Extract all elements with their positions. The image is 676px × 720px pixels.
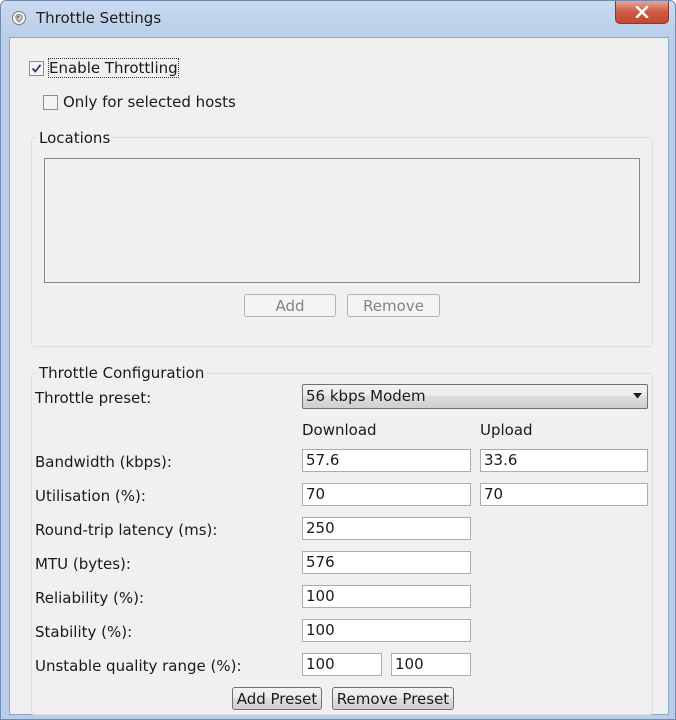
unstable-range-min-field[interactable]: 100 (302, 653, 382, 676)
throttle-preset-select[interactable]: 56 kbps Modem (302, 384, 648, 409)
dialog-body: Enable Throttling Only for selected host… (9, 37, 669, 715)
window-title: Throttle Settings (36, 9, 162, 27)
bandwidth-label: Bandwidth (kbps): (35, 453, 172, 471)
enable-throttling-label[interactable]: Enable Throttling (48, 58, 179, 78)
stability-field[interactable]: 100 (302, 619, 471, 642)
close-button[interactable] (615, 1, 669, 24)
reliability-label: Reliability (%): (35, 589, 145, 607)
upload-column-header: Upload (480, 421, 533, 439)
add-location-button[interactable]: Add (244, 294, 336, 317)
checkmark-icon (31, 63, 42, 73)
enable-throttling-checkbox[interactable] (29, 60, 44, 76)
bandwidth-download-field[interactable]: 57.6 (302, 449, 471, 472)
latency-field[interactable]: 250 (302, 517, 471, 540)
utilisation-label: Utilisation (%): (35, 487, 146, 505)
bandwidth-upload-field[interactable]: 33.6 (480, 449, 648, 472)
throttle-configuration-title: Throttle Configuration (37, 364, 207, 382)
reliability-field[interactable]: 100 (302, 585, 471, 608)
utilisation-download-field[interactable]: 70 (302, 483, 471, 506)
only-selected-hosts-label[interactable]: Only for selected hosts (63, 93, 236, 111)
latency-label: Round-trip latency (ms): (35, 521, 218, 539)
mtu-label: MTU (bytes): (35, 555, 131, 573)
remove-preset-button[interactable]: Remove Preset (332, 687, 454, 710)
stability-label: Stability (%): (35, 623, 133, 641)
unstable-range-max-field[interactable]: 100 (391, 653, 471, 676)
chevron-down-icon (633, 393, 642, 399)
close-icon (635, 6, 649, 18)
download-column-header: Download (302, 421, 377, 439)
throttle-preset-value: 56 kbps Modem (306, 387, 426, 405)
mtu-field[interactable]: 576 (302, 551, 471, 574)
remove-location-button[interactable]: Remove (347, 294, 440, 317)
enable-throttling-row[interactable]: Enable Throttling (29, 58, 179, 78)
throttle-preset-label: Throttle preset: (35, 389, 152, 407)
title-bar[interactable]: Throttle Settings (1, 1, 675, 37)
only-selected-hosts-row[interactable]: Only for selected hosts (43, 93, 236, 111)
only-selected-hosts-checkbox[interactable] (43, 94, 58, 110)
throttle-settings-window: Throttle Settings Enable Throttling Only… (0, 0, 676, 720)
locations-list[interactable] (44, 158, 640, 283)
locations-group-title: Locations (37, 129, 113, 147)
add-preset-button[interactable]: Add Preset (232, 687, 322, 710)
app-icon (12, 11, 26, 25)
unstable-quality-range-label: Unstable quality range (%): (35, 657, 242, 675)
utilisation-upload-field[interactable]: 70 (480, 483, 648, 506)
